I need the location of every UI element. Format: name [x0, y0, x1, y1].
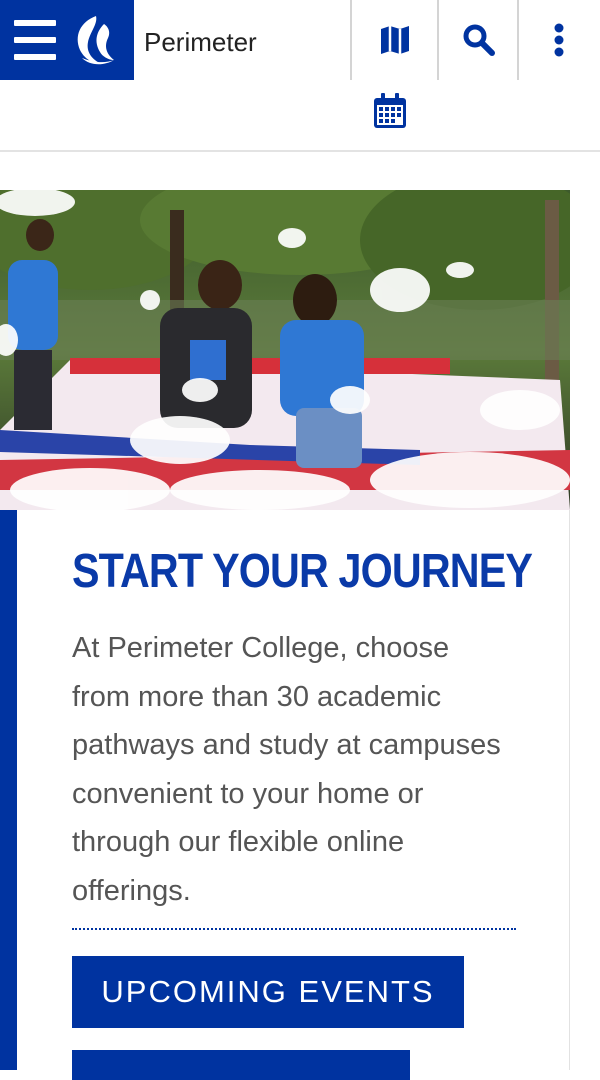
map-icon	[381, 26, 409, 54]
site-header: Perimeter	[0, 0, 600, 152]
dotted-divider	[72, 928, 516, 930]
card-title: START YOUR JOURNEY	[72, 545, 533, 598]
intro-card: START YOUR JOURNEY At Perimeter College,…	[0, 510, 570, 1080]
header-divider	[437, 0, 439, 80]
menu-icon-bar-top	[14, 20, 56, 26]
calendar-icon	[374, 93, 406, 128]
upcoming-events-button[interactable]: UPCOMING EVENTS	[72, 956, 464, 1028]
secondary-button[interactable]	[72, 1050, 410, 1080]
brand-block	[0, 0, 134, 80]
map-button[interactable]	[356, 0, 434, 80]
more-vertical-icon	[554, 23, 564, 57]
card-accent-bar	[0, 510, 17, 1070]
hero-image	[0, 190, 570, 510]
header-divider	[350, 0, 352, 80]
more-button[interactable]	[520, 0, 598, 80]
header-divider	[517, 0, 519, 80]
flame-logo-icon[interactable]	[70, 14, 120, 66]
menu-icon-bar-bottom	[14, 54, 56, 60]
menu-button[interactable]	[12, 18, 58, 62]
site-name[interactable]: Perimeter	[144, 22, 257, 62]
card-description: At Perimeter College, choose from more t…	[72, 632, 501, 907]
search-icon	[463, 24, 495, 56]
menu-icon-bar-middle	[14, 37, 56, 43]
calendar-button[interactable]	[360, 84, 420, 138]
search-button[interactable]	[440, 0, 518, 80]
